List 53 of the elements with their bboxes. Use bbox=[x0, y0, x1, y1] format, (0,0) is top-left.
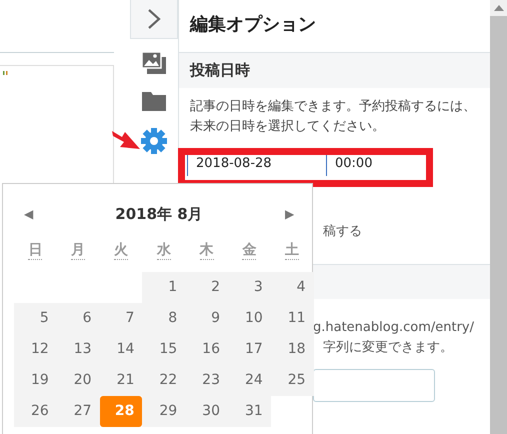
day-cell[interactable]: 30 bbox=[185, 396, 228, 427]
weekday-label: 水 bbox=[156, 241, 171, 260]
day-cell[interactable]: 3 bbox=[228, 272, 271, 303]
next-month-button[interactable]: ▶ bbox=[274, 207, 304, 221]
day-cell[interactable]: 5 bbox=[14, 303, 57, 334]
day-cell[interactable]: 2 bbox=[185, 272, 228, 303]
day-cell[interactable]: 29 bbox=[142, 396, 186, 427]
day-cell[interactable]: 10 bbox=[228, 303, 271, 334]
day-cell[interactable]: 4 bbox=[270, 272, 314, 303]
day-cell[interactable]: 8 bbox=[142, 303, 186, 334]
scrollbar-thumb[interactable] bbox=[490, 16, 507, 434]
day-cell[interactable]: 18 bbox=[270, 334, 314, 365]
previous-month-button[interactable]: ◀ bbox=[14, 207, 43, 221]
settings-icon[interactable] bbox=[141, 128, 167, 154]
weekday-label: 日 bbox=[28, 241, 42, 260]
section-heading: 投稿日時 bbox=[190, 61, 250, 80]
quote-icon bbox=[3, 71, 8, 75]
weekday-label: 火 bbox=[114, 241, 128, 260]
day-cell[interactable]: 16 bbox=[185, 334, 228, 365]
weekday-label: 土 bbox=[285, 241, 300, 260]
expand-button[interactable] bbox=[130, 0, 178, 39]
day-cell[interactable]: 6 bbox=[56, 303, 100, 334]
day-cell[interactable]: 17 bbox=[228, 334, 271, 365]
day-cell[interactable]: 11 bbox=[270, 303, 314, 334]
day-cell[interactable]: 19 bbox=[14, 365, 57, 396]
url-text: g.hatenablog.com/entry/ bbox=[313, 319, 475, 337]
description-text: 記事の日時を編集できます。予約投稿するには、未来の日時を選択してください。 bbox=[190, 98, 477, 136]
day-cell[interactable]: 25 bbox=[270, 365, 314, 396]
day-cell[interactable]: 1 bbox=[142, 272, 186, 303]
day-cell[interactable]: 26 bbox=[14, 396, 57, 427]
day-cell[interactable]: 23 bbox=[185, 365, 228, 396]
day-cell[interactable]: 24 bbox=[228, 365, 271, 396]
month-title: 2018年 8月 bbox=[115, 204, 203, 224]
day-cell[interactable]: 27 bbox=[56, 396, 100, 427]
day-cell[interactable]: 13 bbox=[56, 334, 100, 365]
day-cell[interactable]: 7 bbox=[100, 303, 142, 334]
day-cell[interactable]: 12 bbox=[14, 334, 57, 365]
day-cell[interactable]: 15 bbox=[142, 334, 186, 365]
weekday-label: 月 bbox=[71, 241, 86, 260]
scroll-up-icon[interactable] bbox=[494, 5, 504, 11]
day-cell[interactable]: 20 bbox=[56, 365, 100, 396]
day-cell[interactable]: 14 bbox=[100, 334, 142, 365]
note-text: 字列に変更できます。 bbox=[322, 339, 454, 357]
day-cell[interactable]: 22 bbox=[142, 365, 186, 396]
weekday-label: 金 bbox=[242, 241, 256, 260]
chevron-right-icon bbox=[147, 8, 161, 30]
day-cell[interactable]: 21 bbox=[100, 365, 142, 396]
option-label: 稿する bbox=[323, 224, 362, 239]
day-cell[interactable]: 9 bbox=[185, 303, 228, 334]
image-icon[interactable] bbox=[141, 51, 167, 75]
day-cell[interactable]: 31 bbox=[228, 396, 271, 427]
folder-icon[interactable] bbox=[141, 91, 167, 112]
weekday-label: 木 bbox=[200, 241, 214, 260]
